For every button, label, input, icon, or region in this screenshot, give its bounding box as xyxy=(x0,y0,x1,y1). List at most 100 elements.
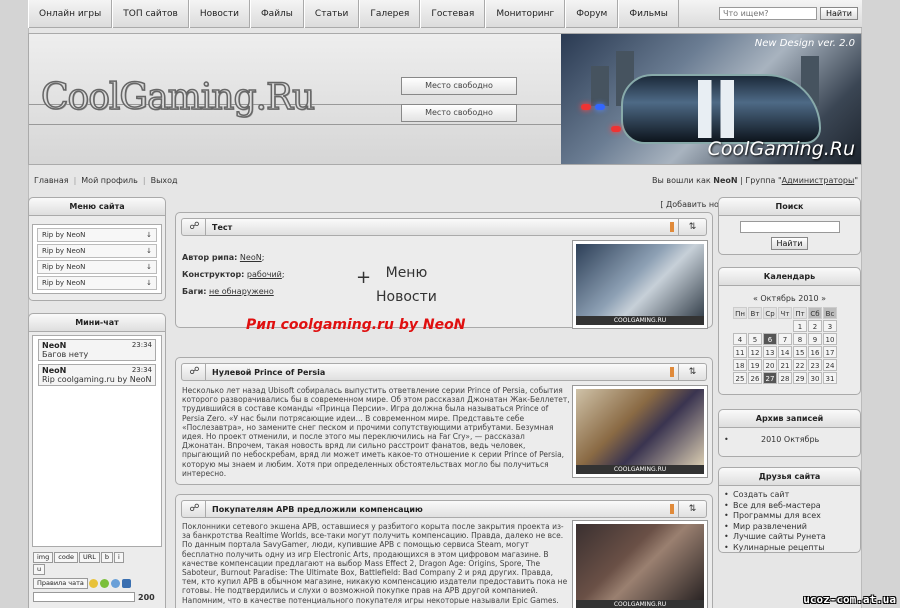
bb-code-button[interactable]: code xyxy=(54,552,78,563)
friend-link[interactable]: Программы для всех xyxy=(719,511,860,522)
calendar-day[interactable]: 20 xyxy=(763,359,777,371)
friend-link[interactable]: Мир развлечений xyxy=(719,522,860,533)
bb-underline-button[interactable]: u xyxy=(33,564,46,575)
chat-toolbar: img code URL b i u xyxy=(33,551,161,575)
nav-gallery[interactable]: Галерея xyxy=(359,0,421,28)
chat-messages[interactable]: NeoN 23:34 Багов нету NeoN 23:34 Rip coolg… xyxy=(32,335,162,547)
bb-img-button[interactable]: img xyxy=(33,552,54,563)
bb-italic-button[interactable]: i xyxy=(114,552,124,563)
archive-item[interactable]: 2010 Октябрь xyxy=(719,435,860,446)
calendar-title: Календарь xyxy=(719,268,860,286)
username[interactable]: NeoN xyxy=(713,176,737,185)
calendar-month[interactable]: « Октябрь 2010 » xyxy=(719,294,860,303)
nav-monitoring[interactable]: Мониторинг xyxy=(485,0,566,28)
chat-message: NeoN 23:34 Rip coolgaming.ru by NeoN xyxy=(38,364,156,386)
watermark: ucoz-com.at.ua xyxy=(803,593,896,606)
calendar-day[interactable]: 4 xyxy=(733,333,747,345)
calendar-day[interactable]: 1 xyxy=(793,320,807,332)
calendar-day[interactable]: 14 xyxy=(778,346,792,358)
nav-online-games[interactable]: Онлайн игры xyxy=(28,0,113,28)
nav-forum[interactable]: Форум xyxy=(565,0,619,28)
calendar-day[interactable]: 22 xyxy=(793,359,807,371)
nav-guestbook[interactable]: Гостевая xyxy=(420,0,486,28)
news-title[interactable]: Нулевой Prince of Persia xyxy=(212,368,325,377)
nav-files[interactable]: Файлы xyxy=(249,0,304,28)
menu-item[interactable]: Rip by NeoN ↓ xyxy=(37,260,157,274)
menu-item[interactable]: Rip by NeoN ↓ xyxy=(37,276,157,290)
site-logo[interactable]: CoolGaming.Ru xyxy=(40,76,316,119)
menu-item[interactable]: Rip by NeoN ↓ xyxy=(37,244,157,258)
bb-url-button[interactable]: URL xyxy=(78,552,100,563)
author-link[interactable]: NeoN xyxy=(240,253,262,262)
calendar-day[interactable]: 19 xyxy=(748,359,762,371)
nav-articles[interactable]: Статьи xyxy=(303,0,360,28)
calendar-day[interactable]: 15 xyxy=(793,346,807,358)
calendar-day[interactable]: 26 xyxy=(748,372,762,384)
sort-icon[interactable]: ⇅ xyxy=(678,501,706,517)
top-search-button[interactable]: Найти xyxy=(820,7,858,20)
ad-slot-1[interactable]: Место свободно xyxy=(401,77,517,95)
calendar-day[interactable]: 8 xyxy=(793,333,807,345)
calendar-day[interactable]: 21 xyxy=(778,359,792,371)
calendar-day[interactable]: 5 xyxy=(748,333,762,345)
menu-item[interactable]: Rip by NeoN ↓ xyxy=(37,228,157,242)
chat-user[interactable]: NeoN xyxy=(42,366,66,375)
news-thumbnail[interactable]: COOLGAMING.RU xyxy=(572,520,708,608)
nav-top-sites[interactable]: ТОП сайтов xyxy=(112,0,189,28)
calendar-day[interactable]: 24 xyxy=(823,359,837,371)
calendar-empty xyxy=(748,320,762,332)
link-logout[interactable]: Выход xyxy=(151,176,178,185)
calendar-day[interactable]: 18 xyxy=(733,359,747,371)
calendar-day[interactable]: 31 xyxy=(823,372,837,384)
group-link[interactable]: Администраторы xyxy=(782,176,855,185)
calendar-day[interactable]: 17 xyxy=(823,346,837,358)
news-body: Несколько лет назад Ubisoft собиралась в… xyxy=(182,386,570,478)
calendar-day[interactable]: 25 xyxy=(733,372,747,384)
friend-link[interactable]: Создать сайт xyxy=(719,490,860,501)
calendar-day[interactable]: 23 xyxy=(808,359,822,371)
calendar-day[interactable]: 29 xyxy=(793,372,807,384)
chat-user[interactable]: NeoN xyxy=(42,341,66,350)
bb-bold-button[interactable]: b xyxy=(100,552,113,563)
top-search-input[interactable] xyxy=(719,7,818,20)
calendar-day[interactable]: 27 xyxy=(763,372,777,384)
friends-list: Создать сайт Все для веб-мастера Програм… xyxy=(719,490,860,553)
chat-bubble-icon[interactable] xyxy=(110,579,120,588)
calendar-day[interactable]: 2 xyxy=(808,320,822,332)
calendar-day[interactable]: 7 xyxy=(778,333,792,345)
news-thumbnail[interactable]: COOLGAMING.RU xyxy=(572,240,708,329)
friend-link[interactable]: Лучшие сайты Рунета xyxy=(719,532,860,543)
sort-icon[interactable]: ⇅ xyxy=(678,219,706,235)
calendar-day[interactable]: 13 xyxy=(763,346,777,358)
window-icon[interactable] xyxy=(121,579,131,588)
chat-rules-button[interactable]: Правила чата xyxy=(33,578,88,589)
friend-link[interactable]: Кулинарные рецепты xyxy=(719,543,860,554)
side-search-input[interactable] xyxy=(739,221,840,233)
link-profile[interactable]: Мой профиль xyxy=(81,176,138,185)
smile-icon[interactable] xyxy=(88,579,98,588)
chat-input[interactable] xyxy=(33,592,135,602)
link-home[interactable]: Главная xyxy=(34,176,69,185)
calendar-day[interactable]: 16 xyxy=(808,346,822,358)
calendar-day[interactable]: 9 xyxy=(808,333,822,345)
calendar-day[interactable]: 6 xyxy=(763,333,777,345)
side-search-button[interactable]: Найти xyxy=(770,236,809,250)
news-thumbnail[interactable]: COOLGAMING.RU xyxy=(572,385,708,478)
calendar-day[interactable]: 3 xyxy=(823,320,837,332)
sort-icon[interactable]: ⇅ xyxy=(678,364,706,380)
news-title[interactable]: Покупателям APB предложили компенсацию xyxy=(212,505,423,514)
calendar-day[interactable]: 30 xyxy=(808,372,822,384)
bugs-link[interactable]: не обнаружено xyxy=(209,287,274,296)
news-title[interactable]: Тест xyxy=(212,223,232,232)
nav-news[interactable]: Новости xyxy=(188,0,250,28)
header-divider xyxy=(29,124,599,125)
friend-link[interactable]: Все для веб-мастера xyxy=(719,501,860,512)
builder-link[interactable]: рабочий xyxy=(247,270,282,279)
nav-films[interactable]: Фильмы xyxy=(618,0,679,28)
calendar-day[interactable]: 28 xyxy=(778,372,792,384)
calendar-day[interactable]: 10 xyxy=(823,333,837,345)
calendar-day[interactable]: 11 xyxy=(733,346,747,358)
calendar-day[interactable]: 12 xyxy=(748,346,762,358)
ad-slot-2[interactable]: Место свободно xyxy=(401,104,517,122)
refresh-icon[interactable] xyxy=(99,579,109,588)
